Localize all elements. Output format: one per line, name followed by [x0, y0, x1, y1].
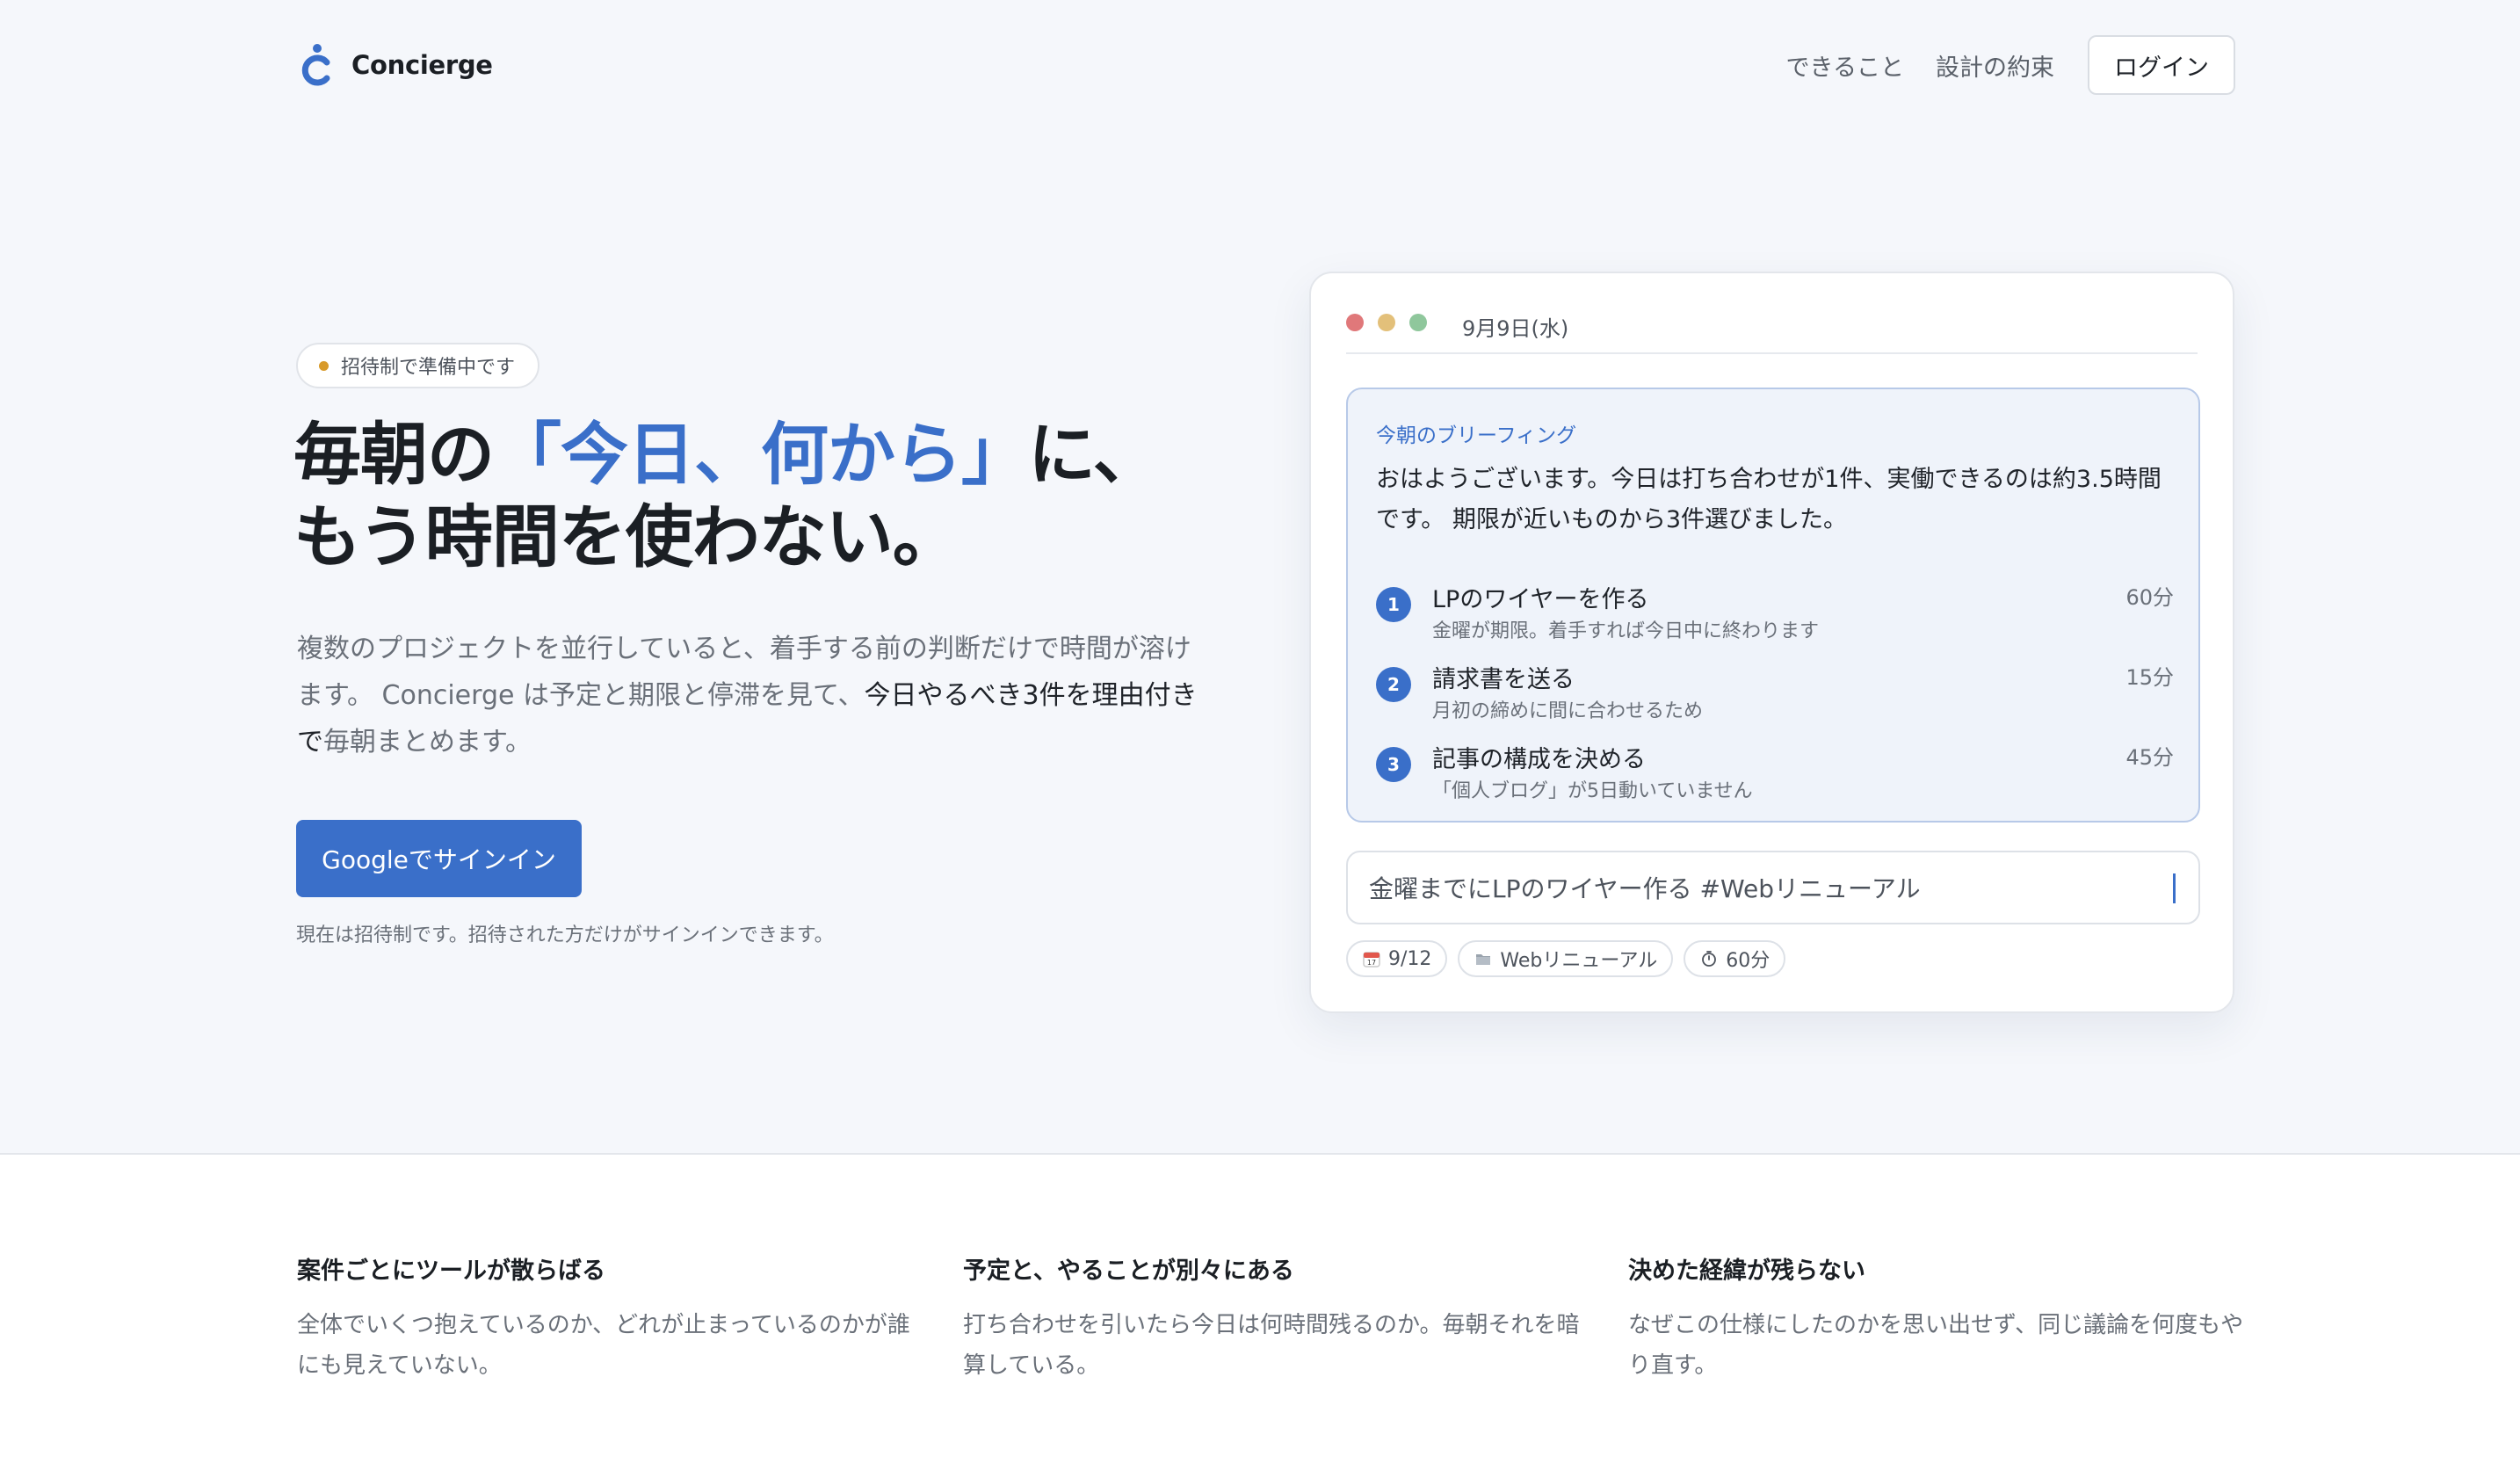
- window-close-dot-icon: [1346, 314, 1364, 331]
- chip-due-date[interactable]: 17 9/12: [1346, 940, 1448, 977]
- problem-description: なぜこの仕様にしたのかを思い出せず、同じ議論を何度もやり直す。: [1628, 1312, 2244, 1379]
- google-signin-button[interactable]: Googleでサインイン: [296, 820, 582, 897]
- top-nav: できること 設計の約束 ログイン: [1786, 35, 2235, 95]
- problems-section: 案件ごとにツールが散らばる 全体でいくつ抱えているのか、どれが止まっているのかが…: [0, 1153, 2520, 1464]
- briefing-preview-card: 9月9日(水) 今朝のブリーフィング おはようございます。今日は打ち合わせが1件…: [1309, 272, 2234, 1013]
- hero-headline: 毎朝の「今日、何から」に、 もう時間を使わない。: [293, 415, 1225, 580]
- brand-name: Concierge: [351, 50, 493, 80]
- briefing-label: 今朝のブリーフィング: [1376, 424, 1577, 447]
- window-zoom-dot-icon: [1409, 314, 1427, 331]
- login-button[interactable]: ログイン: [2088, 35, 2235, 95]
- lead-text-3: 毎朝まとめます。: [323, 727, 532, 757]
- problem-title: 予定と、やることが別々にある: [963, 1257, 1294, 1285]
- quick-add-input[interactable]: 金曜までにLPのワイヤー作る #Webリニューアル: [1346, 851, 2200, 924]
- task-item[interactable]: 3 記事の構成を決める 「個人ブログ」が5日動いていません 45分: [1376, 740, 2174, 810]
- task-item[interactable]: 2 請求書を送る 月初の締めに間に合わせるため 15分: [1376, 660, 2174, 730]
- problem-item: 決めた経緯が残らない なぜこの仕様にしたのかを思い出せず、同じ議論を何度もやり直…: [1628, 1251, 2261, 1386]
- chip-due-date-label: 9/12: [1388, 947, 1432, 970]
- calendar-icon: 17: [1363, 952, 1380, 968]
- briefing-summary: おはようございます。今日は打ち合わせが1件、実働できるのは約3.5時間です。 期…: [1376, 466, 2162, 533]
- task-reason: 月初の締めに間に合わせるため: [1432, 700, 1704, 722]
- chip-project-label: Webリニューアル: [1500, 950, 1658, 972]
- task-title: LPのワイヤーを作る: [1432, 586, 1649, 613]
- task-item[interactable]: 1 LPのワイヤーを作る 金曜が期限。着手すれば今日中に終わります 60分: [1376, 580, 2174, 650]
- card-titlebar: 9月9日(水): [1346, 308, 2198, 354]
- invite-note: 現在は招待制です。招待された方だけがサインインできます。: [296, 924, 834, 946]
- problem-description: 全体でいくつ抱えているのか、どれが止まっているのかが誰にも見えていない。: [297, 1312, 910, 1379]
- site-header: Concierge できること 設計の約束 ログイン: [0, 0, 2520, 132]
- svg-text:17: 17: [1367, 959, 1376, 967]
- card-date: 9月9日(水): [1462, 316, 1569, 341]
- chip-duration[interactable]: 60分: [1684, 940, 1786, 977]
- problem-item: 予定と、やることが別々にある 打ち合わせを引いたら今日は何時間残るのか。毎朝それ…: [963, 1251, 1596, 1386]
- headline-pre: 毎朝の: [293, 417, 495, 495]
- brand-logo[interactable]: Concierge: [297, 39, 493, 91]
- status-dot-icon: [319, 360, 329, 371]
- quick-add-value: 金曜までにLPのワイヤー作る #Webリニューアル: [1369, 874, 1921, 903]
- task-reason: 金曜が期限。着手すれば今日中に終わります: [1432, 620, 1820, 642]
- task-number-badge: 1: [1376, 587, 1411, 622]
- chip-project[interactable]: Webリニューアル: [1458, 940, 1674, 977]
- headline-accent: 「今日、何から」: [494, 417, 1029, 495]
- text-caret: [2173, 873, 2176, 903]
- window-minimize-dot-icon: [1378, 314, 1395, 331]
- problem-title: 決めた経緯が残らない: [1628, 1257, 1865, 1285]
- task-title: 記事の構成を決める: [1432, 746, 1646, 773]
- concierge-logo-icon: [301, 44, 330, 86]
- task-number-badge: 2: [1376, 667, 1411, 702]
- chip-duration-label: 60分: [1726, 950, 1771, 972]
- status-badge-label: 招待制で準備中です: [341, 357, 516, 379]
- problem-item: 案件ごとにツールが散らばる 全体でいくつ抱えているのか、どれが止まっているのかが…: [297, 1251, 930, 1386]
- task-number-badge: 3: [1376, 747, 1411, 782]
- timer-icon: [1702, 951, 1717, 967]
- task-reason: 「個人ブログ」が5日動いていません: [1432, 780, 1753, 802]
- morning-briefing-panel: 今朝のブリーフィング おはようございます。今日は打ち合わせが1件、実働できるのは…: [1346, 388, 2200, 823]
- nav-link-design-principles[interactable]: 設計の約束: [1936, 48, 2054, 83]
- problem-description: 打ち合わせを引いたら今日は何時間残るのか。毎朝それを暗算している。: [963, 1312, 1580, 1379]
- task-duration: 60分: [2125, 585, 2174, 610]
- task-duration: 15分: [2125, 665, 2174, 690]
- task-title: 請求書を送る: [1432, 666, 1575, 693]
- parsed-chips: 17 9/12 Webリニューアル 60分: [1346, 940, 1786, 977]
- task-duration: 45分: [2125, 745, 2174, 770]
- status-badge: 招待制で準備中です: [296, 343, 540, 388]
- nav-link-features[interactable]: できること: [1786, 48, 1904, 83]
- headline-post: に、: [1028, 417, 1161, 495]
- headline-line2: もう時間を使わない。: [293, 499, 960, 577]
- folder-icon: [1476, 954, 1491, 965]
- problem-title: 案件ごとにツールが散らばる: [297, 1257, 605, 1285]
- hero-lead: 複数のプロジェクトを並行していると、着手する前の判断だけで時間が溶けます。 Co…: [297, 626, 1211, 765]
